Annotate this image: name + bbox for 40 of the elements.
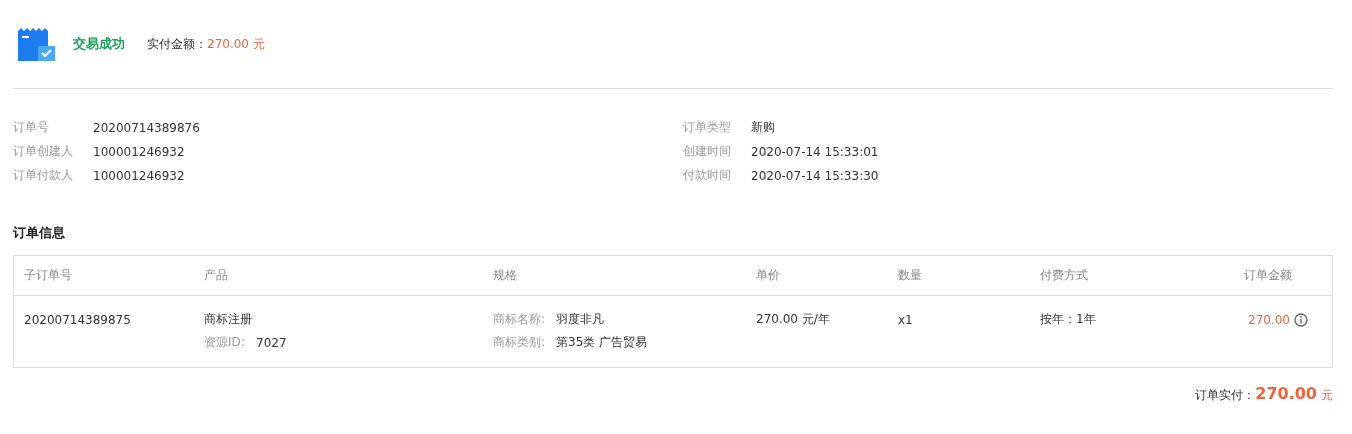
total-label: 订单实付： xyxy=(1195,387,1256,404)
field-label: 付款时间 xyxy=(683,167,732,184)
column-header: 产品 xyxy=(204,267,229,284)
column-header: 单价 xyxy=(756,267,781,284)
field-value: 羽度非凡 xyxy=(556,311,604,328)
table-cell: x1 xyxy=(898,312,913,327)
table-cell: 20200714389875 xyxy=(24,312,131,327)
field-value: 第35类 广告贸易 xyxy=(556,334,648,351)
field-label: 订单号 xyxy=(13,119,50,136)
table-cell: 商标注册 xyxy=(204,311,252,328)
column-header: 规格 xyxy=(493,267,518,284)
currency-unit: 元 xyxy=(1321,387,1333,404)
column-header: 订单金额 xyxy=(1244,267,1292,284)
info-icon[interactable] xyxy=(1294,312,1308,327)
field-value: 2020-07-14 15:33:30 xyxy=(751,168,879,183)
field-label: 资源ID: xyxy=(204,334,246,351)
field-label: 订单创建人 xyxy=(13,143,74,160)
column-header: 付费方式 xyxy=(1040,267,1089,284)
column-header: 子订单号 xyxy=(24,267,73,284)
field-label: 创建时间 xyxy=(683,143,732,160)
field-value: 7027 xyxy=(256,335,287,350)
paid-label: 实付金额： xyxy=(147,35,207,53)
status-title: 交易成功 xyxy=(73,35,125,53)
field-label: 商标名称: xyxy=(493,311,547,328)
table-cell: 270.00 元/年 xyxy=(756,311,830,328)
field-label: 订单付款人 xyxy=(13,167,74,184)
table-cell: 按年：1年 xyxy=(1040,311,1096,328)
paid-amount: 270.00 元 xyxy=(207,35,265,53)
field-value: 100001246932 xyxy=(93,168,185,183)
field-value: 100001246932 xyxy=(93,144,185,159)
table-cell: 270.00 xyxy=(1248,312,1290,327)
field-value: 2020-07-14 15:33:01 xyxy=(751,144,879,159)
section-title: 订单信息 xyxy=(13,224,66,242)
field-label: 商标类别: xyxy=(493,334,547,351)
field-label: 订单类型 xyxy=(683,119,732,136)
column-header: 数量 xyxy=(898,267,923,284)
field-value: 20200714389876 xyxy=(93,120,200,135)
receipt-icon xyxy=(18,27,55,61)
total-amount: 270.00 xyxy=(1255,384,1317,403)
field-value: 新购 xyxy=(751,119,775,136)
